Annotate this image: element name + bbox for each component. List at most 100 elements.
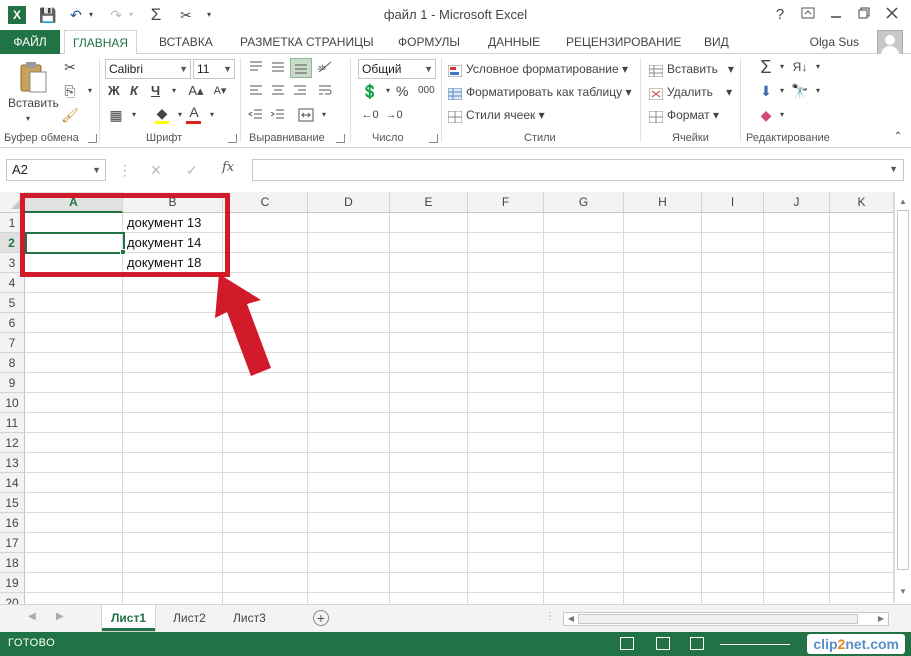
column-header-C[interactable]: C [223,192,308,213]
row-header-5[interactable]: 5 [0,293,25,313]
user-name[interactable]: Olga Sus [810,35,859,49]
clipboard-launcher-icon[interactable] [88,134,97,143]
bold-button[interactable]: Ж [108,82,120,100]
alignment-launcher-icon[interactable] [336,134,345,143]
italic-button[interactable]: К [130,82,138,100]
row-header-11[interactable]: 11 [0,413,25,433]
row-header-18[interactable]: 18 [0,553,25,573]
cell-styles-button[interactable]: Стили ячеек ▾ [447,106,545,124]
collapse-ribbon-icon[interactable]: ⌃ [888,128,908,146]
horizontal-scrollbar[interactable]: ◀ ▶ [563,612,889,626]
decrease-decimal-icon[interactable]: →0 [384,106,404,124]
ribbon-display-icon[interactable] [796,4,820,26]
insert-cells-button[interactable]: Вставить ▾ [648,60,734,78]
font-color-dropdown-icon[interactable]: ▾ [202,106,222,124]
paste-button[interactable]: Вставить [8,94,59,112]
cut-icon[interactable]: ✂ [60,58,80,76]
close-icon[interactable] [880,4,904,26]
increase-decimal-icon[interactable]: ←0 [360,106,380,124]
format-cells-button[interactable]: Формат ▾ [648,106,719,124]
tab-page-layout[interactable]: РАЗМЕТКА СТРАНИЦЫ [240,30,374,54]
align-center-icon[interactable] [270,84,286,101]
number-launcher-icon[interactable] [429,134,438,143]
font-launcher-icon[interactable] [228,134,237,143]
horizontal-scroll-thumb[interactable] [578,614,858,624]
borders-icon[interactable]: ▦ [106,106,126,124]
row-header-9[interactable]: 9 [0,373,25,393]
tab-home[interactable]: ГЛАВНАЯ [64,30,138,55]
align-right-icon[interactable] [292,84,308,101]
vertical-scrollbar[interactable]: ▲ ▼ [894,192,911,602]
help-button[interactable]: ? [768,4,792,26]
percent-button[interactable]: % [396,82,408,100]
sort-filter-dropdown-icon[interactable]: ▾ [808,58,828,76]
column-header-J[interactable]: J [764,192,830,213]
insert-function-button[interactable]: fx [222,160,234,175]
align-middle-icon[interactable] [270,60,286,77]
avatar[interactable] [877,30,903,56]
merge-dropdown-icon[interactable]: ▾ [314,106,334,124]
tab-insert[interactable]: ВСТАВКА [159,30,213,54]
format-painter-icon[interactable]: 🖌 [60,106,80,124]
row-header-10[interactable]: 10 [0,393,25,413]
column-header-I[interactable]: I [702,192,764,213]
column-header-K[interactable]: K [830,192,894,213]
vertical-scroll-thumb[interactable] [897,210,909,570]
scroll-down-icon[interactable]: ▼ [895,584,911,600]
conditional-formatting-button[interactable]: Условное форматирование ▾ [447,60,628,78]
scroll-up-icon[interactable]: ▲ [895,194,911,210]
format-as-table-button[interactable]: Форматировать как таблицу ▾ [447,83,632,101]
comma-style-button[interactable]: 000 [418,82,435,100]
paste-dropdown-icon[interactable]: ▾ [26,110,30,128]
accounting-format-icon[interactable]: 💲 [360,82,380,100]
tab-view[interactable]: ВИД [704,30,729,54]
find-select-dropdown-icon[interactable]: ▾ [808,82,828,100]
scroll-right-icon[interactable]: ▶ [875,613,887,625]
column-header-G[interactable]: G [544,192,624,213]
align-bottom-icon[interactable] [290,58,312,78]
normal-view-icon[interactable] [620,637,634,650]
align-left-icon[interactable] [248,84,264,101]
font-shrink-icon[interactable]: A▾ [210,82,230,100]
page-break-view-icon[interactable] [690,637,704,650]
underline-button[interactable]: Ч [151,82,160,100]
row-header-15[interactable]: 15 [0,493,25,513]
paste-icon[interactable] [18,60,48,94]
tab-file[interactable]: ФАЙЛ [0,30,60,54]
tab-data[interactable]: ДАННЫЕ [488,30,540,54]
delete-cells-button[interactable]: Удалить ▾ [648,83,732,101]
underline-dropdown-icon[interactable]: ▾ [164,82,184,100]
font-size-select[interactable]: 11 ▼ [193,59,235,79]
decrease-indent-icon[interactable] [248,108,264,125]
sheet-tab-3[interactable]: Лист3 [224,605,275,631]
formula-input[interactable]: ▼ [252,159,904,181]
cancel-icon[interactable]: ✕ [150,160,162,180]
font-name-select[interactable]: Calibri ▼ [105,59,191,79]
borders-dropdown-icon[interactable]: ▾ [124,106,144,124]
sheet-tab-1[interactable]: Лист1 [102,605,156,631]
accounting-dropdown-icon[interactable]: ▾ [378,82,398,100]
column-header-D[interactable]: D [308,192,390,213]
add-sheet-button[interactable]: + [313,610,329,626]
fill-color-icon[interactable]: ◆ [152,104,172,122]
enter-icon[interactable]: ✓ [186,160,198,180]
sheet-prev-icon[interactable]: ◀ [28,611,36,622]
row-header-17[interactable]: 17 [0,533,25,553]
row-header-13[interactable]: 13 [0,453,25,473]
number-format-select[interactable]: Общий ▼ [358,59,436,79]
row-header-19[interactable]: 19 [0,573,25,593]
copy-icon[interactable]: ⎘ [60,82,80,100]
tab-review[interactable]: РЕЦЕНЗИРОВАНИЕ [566,30,681,54]
tab-split-icon[interactable]: ⋮ [545,611,555,622]
increase-indent-icon[interactable] [270,108,286,125]
name-box[interactable]: A2 ▼ [6,159,106,181]
row-header-7[interactable]: 7 [0,333,25,353]
row-header-20[interactable]: 20 [0,593,25,604]
restore-icon[interactable] [852,4,876,26]
row-header-6[interactable]: 6 [0,313,25,333]
sheet-next-icon[interactable]: ▶ [56,611,64,622]
row-header-16[interactable]: 16 [0,513,25,533]
row-header-14[interactable]: 14 [0,473,25,493]
font-grow-icon[interactable]: A▴ [186,82,206,100]
sort-filter-icon[interactable]: Я↓ [790,58,810,76]
